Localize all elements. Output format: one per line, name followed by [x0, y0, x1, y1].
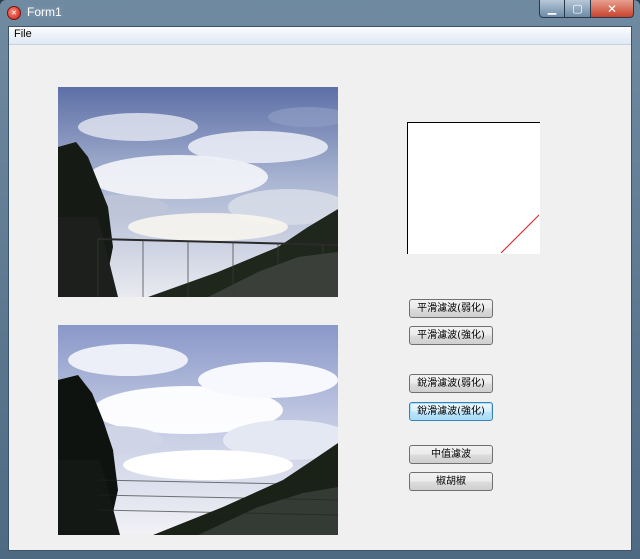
original-image	[58, 87, 338, 297]
histogram-plot	[500, 214, 540, 254]
minimize-button[interactable]: ▁	[539, 0, 565, 18]
window-title: Form1	[27, 5, 62, 19]
app-window: ✕ Form1 ▁ ▢ ✕ File 平滑濾波(弱化) 平滑濾波(強化) 銳滑濾…	[0, 0, 640, 559]
close-button[interactable]: ✕	[591, 0, 634, 18]
caption-buttons: ▁ ▢ ✕	[539, 0, 634, 19]
sharpen-filter-weak-button[interactable]: 銳滑濾波(弱化)	[409, 374, 493, 393]
app-icon[interactable]: ✕	[7, 6, 21, 20]
processed-picture-box	[58, 325, 338, 535]
menu-file[interactable]: File	[14, 28, 32, 40]
smooth-filter-strong-button[interactable]: 平滑濾波(強化)	[409, 326, 493, 345]
smooth-filter-weak-button[interactable]: 平滑濾波(弱化)	[409, 299, 493, 318]
median-filter-button[interactable]: 中值濾波	[409, 445, 493, 464]
form-client-area: File 平滑濾波(弱化) 平滑濾波(強化) 銳滑濾波(弱化) 銳滑濾波(強化)…	[8, 26, 632, 551]
salt-pepper-button[interactable]: 椒胡椒	[409, 472, 493, 491]
histogram-curve	[500, 214, 540, 254]
histogram-panel	[407, 122, 540, 254]
sharpen-filter-strong-button[interactable]: 銳滑濾波(強化)	[409, 402, 493, 421]
title-bar[interactable]: ✕ Form1 ▁ ▢ ✕	[0, 0, 640, 26]
processed-image	[58, 325, 338, 535]
maximize-button[interactable]: ▢	[565, 0, 591, 18]
original-picture-box	[58, 87, 338, 297]
menu-bar: File	[9, 27, 631, 45]
